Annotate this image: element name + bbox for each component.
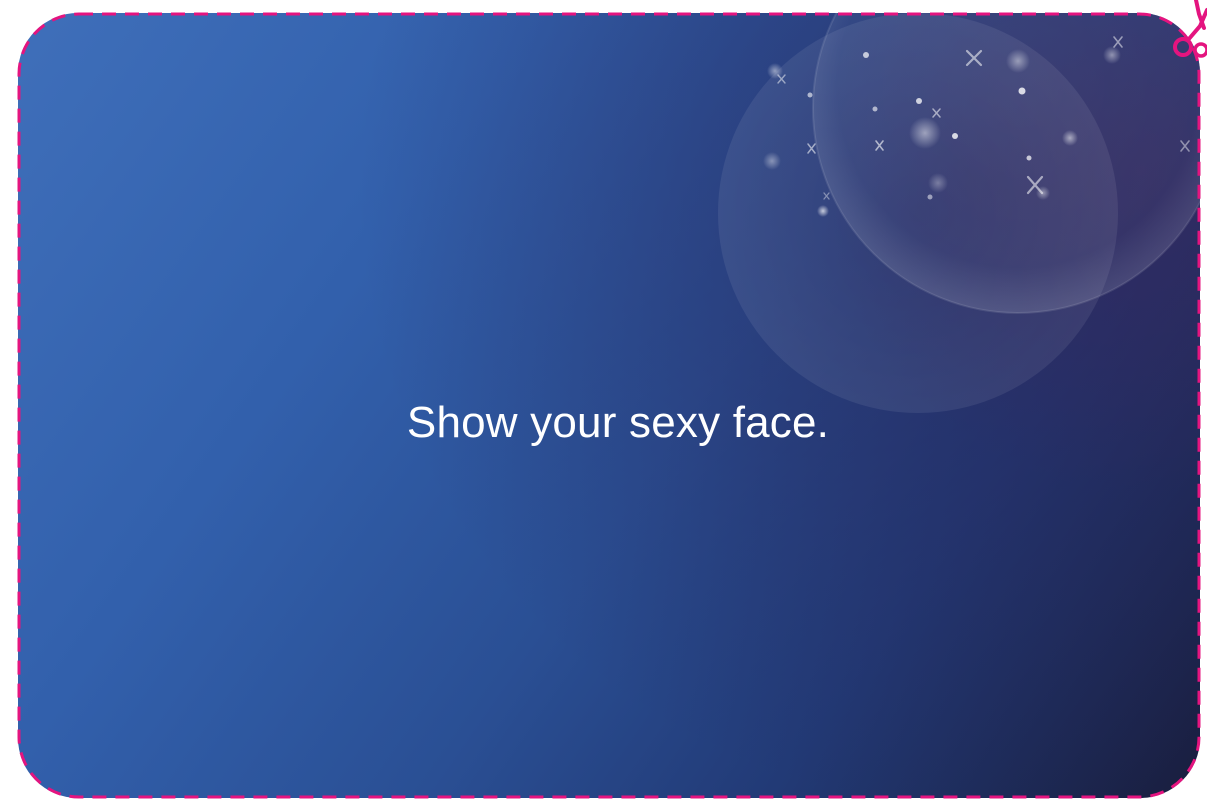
sparkle-dot xyxy=(872,106,878,112)
sparkle-dot xyxy=(916,98,922,104)
sparkle-dot xyxy=(1103,46,1121,64)
sparkle-dot xyxy=(928,173,948,193)
sparkle-dot xyxy=(909,117,941,149)
sparkle-dot xyxy=(927,194,933,200)
card-message: Show your sexy face. xyxy=(406,398,830,447)
sparkle-dot xyxy=(807,92,813,98)
sparkle-dot xyxy=(863,52,869,58)
card: Show your sexy face. xyxy=(18,13,1200,798)
sparkle-dot xyxy=(1018,87,1026,95)
sparkle-dot xyxy=(1006,49,1030,73)
sparkle-dot xyxy=(767,63,783,79)
printable-card-sheet: Show your sexy face. xyxy=(0,0,1207,805)
sparkle-dot xyxy=(1062,130,1078,146)
sparkle-dot xyxy=(763,152,781,170)
sparkle-dot xyxy=(952,133,958,139)
sparkle-dot xyxy=(1026,155,1032,161)
sparkle-dot xyxy=(817,205,829,217)
scissors-icon xyxy=(1173,0,1207,58)
